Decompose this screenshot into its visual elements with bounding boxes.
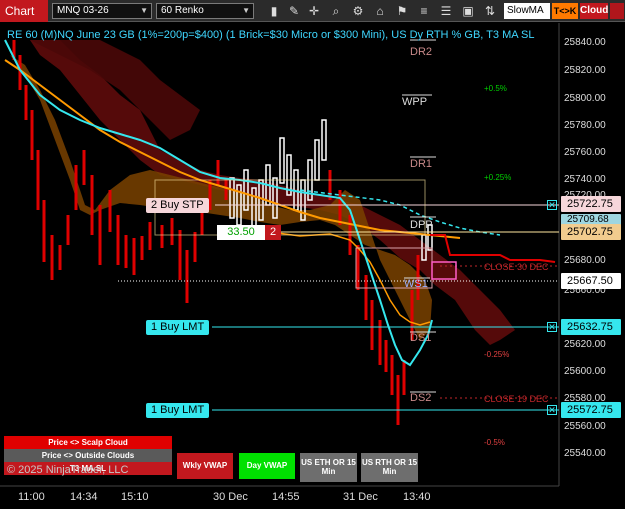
price-tick: 25560.00: [564, 421, 606, 432]
close-19dec-label: CLOSE 19 DEC: [484, 394, 549, 404]
bar-type-value: 60 Renko: [161, 5, 204, 16]
copyright: © 2025 NinjaTrader, LLC: [7, 464, 129, 476]
pivot-wpp: WPP: [402, 96, 428, 108]
pivot-ws1: WS1: [404, 278, 428, 290]
current-price-flag: 25667.50: [561, 273, 621, 289]
chart-title: RE 60 (M)NQ June 23 GB (1%=200p=$400) (1…: [7, 29, 535, 41]
buy-stp-order[interactable]: 2 Buy STP: [146, 198, 209, 213]
crosshair-icon[interactable]: ✛: [306, 3, 322, 19]
stp-price-flag: 25722.75: [561, 196, 621, 212]
pct-minus-025: -0.25%: [484, 350, 510, 359]
price-tick: 25760.00: [564, 147, 606, 158]
price-tick: 25620.00: [564, 339, 606, 350]
pct-plus-05: +0.5%: [484, 84, 507, 93]
us-rth-or-button[interactable]: US RTH OR 15 Min: [361, 453, 418, 482]
toolbar: Chart MNQ 03-26 ▼ 60 Renko ▼ ▮ ✎ ✛ ⌕ ⚙ ⌂…: [0, 0, 625, 22]
buy-lmt-order-2[interactable]: 1 Buy LMT: [146, 403, 210, 418]
tck-button[interactable]: T<>K: [552, 3, 578, 19]
cloud-bullish: [10, 55, 432, 340]
trade-icon[interactable]: ⇅: [482, 3, 498, 19]
price-tick: 25600.00: [564, 366, 606, 377]
bar-type-selector[interactable]: 60 Renko ▼: [156, 3, 254, 19]
pivot-dr1: DR1: [410, 158, 433, 170]
price-tick: 25840.00: [564, 37, 606, 48]
us-eth-or-button[interactable]: US ETH OR 15 Min: [300, 453, 357, 482]
chevron-down-icon: ▼: [242, 6, 250, 15]
time-tick: 14:34: [70, 491, 98, 503]
cancel-lmt-order-1-icon[interactable]: ✕: [547, 322, 557, 332]
pivot-ds2: DS2: [410, 392, 432, 404]
chevron-down-icon: ▼: [140, 6, 148, 15]
pct-minus-05: -0.5%: [484, 438, 505, 447]
price-tick: 25820.00: [564, 65, 606, 76]
pivot-dr2: DR2: [410, 46, 433, 58]
legend-scalp-cloud[interactable]: Price <> Scalp Cloud: [4, 436, 172, 449]
strategies-icon[interactable]: ⚑: [394, 3, 410, 19]
price-tick: 25780.00: [564, 120, 606, 131]
lmt-1-price-flag: 25632.75: [561, 319, 621, 335]
price-tick: 25680.00: [564, 255, 606, 266]
position-qty[interactable]: 2: [265, 225, 281, 240]
wkly-vwap-button[interactable]: Wkly VWAP: [177, 453, 233, 479]
pivot-ds1: DS1: [410, 332, 432, 344]
cancel-stp-order-icon[interactable]: ✕: [547, 200, 557, 210]
close-projection-line: [430, 234, 556, 263]
lmt-2-price-flag: 25572.75: [561, 402, 621, 418]
screenshot-icon[interactable]: ▣: [460, 3, 476, 19]
close-30dec-label: CLOSE 30 DEC: [484, 262, 549, 272]
instrument-selector[interactable]: MNQ 03-26 ▼: [52, 3, 152, 19]
legend-outside-clouds[interactable]: Price <> Outside Clouds: [4, 449, 172, 462]
position-pnl[interactable]: 33.50: [217, 225, 265, 240]
time-tick: 15:10: [121, 491, 149, 503]
indicators-icon[interactable]: ≡: [416, 3, 432, 19]
cancel-lmt-order-2-icon[interactable]: ✕: [547, 405, 557, 415]
time-tick: 11:00: [18, 491, 45, 503]
time-tick: 30 Dec: [213, 491, 248, 503]
price-tick: 25800.00: [564, 93, 606, 104]
position-price-flag: 25702.75: [561, 224, 621, 240]
pencil-icon[interactable]: ✎: [286, 3, 302, 19]
pivot-dpp: DPP: [410, 219, 433, 231]
time-tick: 14:55: [272, 491, 300, 503]
app-title: Chart: [0, 0, 48, 22]
chart-style-button[interactable]: [610, 3, 624, 19]
time-tick: 13:40: [403, 491, 431, 503]
price-tick: 25540.00: [564, 448, 606, 459]
zoom-icon[interactable]: ⌕: [328, 3, 344, 19]
day-vwap-button[interactable]: Day VWAP: [239, 453, 295, 479]
pct-plus-025: +0.25%: [484, 173, 512, 182]
buy-lmt-order-1[interactable]: 1 Buy LMT: [146, 320, 210, 335]
instrument-value: MNQ 03-26: [57, 5, 109, 16]
price-tick: 25740.00: [564, 174, 606, 185]
properties-icon[interactable]: ⚙: [350, 3, 366, 19]
lock-icon[interactable]: ⌂: [372, 3, 388, 19]
bar-chart-icon[interactable]: ▮: [266, 3, 282, 19]
time-tick: 31 Dec: [343, 491, 378, 503]
list-icon[interactable]: ☰: [438, 3, 454, 19]
cloud-button[interactable]: Cloud: [580, 3, 608, 19]
slowma-button[interactable]: SlowMA: [504, 3, 550, 19]
